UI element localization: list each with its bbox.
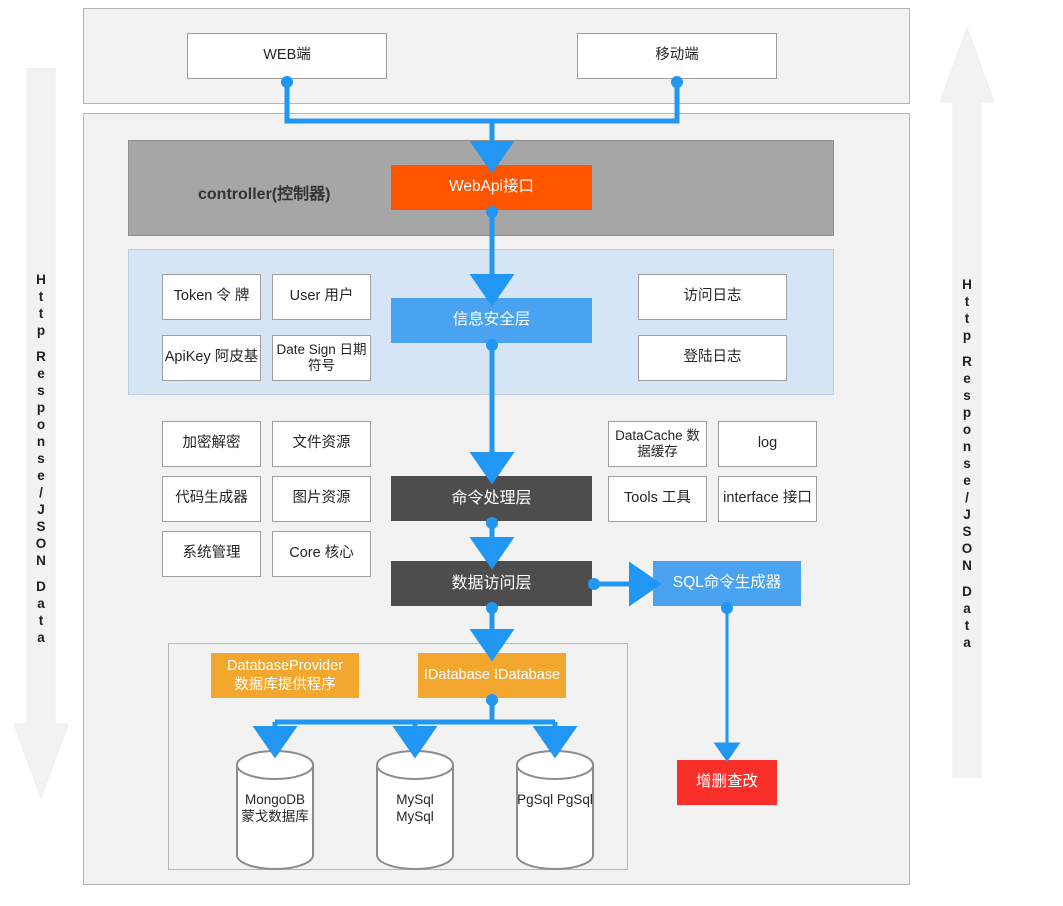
security-item-access-log[interactable]: 访问日志 [638,274,787,320]
core-item-datacache[interactable]: DataCache 数据缓存 [608,421,707,467]
database-mysql[interactable]: MySql MySql [376,750,454,870]
http-response-arrow-left: Http Re s p o n s e / J S O N Data [14,68,68,798]
command-processing-layer-label: 命令处理层 [451,489,532,507]
core-item-core[interactable]: Core 核心 [272,531,371,577]
http-response-arrow-right-label: Http Re s p o n s e / J S O N Data [961,277,973,650]
client-node-web-label: WEB端 [263,47,311,64]
core-item-code-generator-label: 代码生成器 [175,490,248,507]
core-item-tools-label: Tools 工具 [624,490,691,507]
database-provider-label: DatabaseProvider 数据库提供程序 [226,658,344,693]
sql-command-builder-label: SQL命令生成器 [672,574,782,592]
database-mysql-label: MySql MySql [396,792,434,824]
security-item-apikey[interactable]: ApiKey 阿皮基 [162,335,261,381]
command-processing-layer-node[interactable]: 命令处理层 [391,476,592,521]
security-item-apikey-label: ApiKey 阿皮基 [164,349,259,366]
diagram-canvas: Http Re s p o n s e / J S O N Data Http Re s p o n s e / J S… [0,0,1063,906]
security-item-login-log[interactable]: 登陆日志 [638,335,787,381]
client-node-web[interactable]: WEB端 [187,33,387,79]
core-item-file-resource[interactable]: 文件资源 [272,421,371,467]
webapi-entry-node[interactable]: WebApi接口 [391,165,592,210]
database-mongodb[interactable]: MongoDB 蒙戈数据库 [236,750,314,870]
sql-command-builder-node[interactable]: SQL命令生成器 [653,561,801,606]
controller-band-title: controller(控制器) [198,186,331,203]
http-response-arrow-right: Http Re s p o n s e / J S O N Data [940,28,994,778]
client-node-mobile[interactable]: 移动端 [577,33,777,79]
security-item-datesign[interactable]: Date Sign 日期符号 [272,335,371,381]
database-pgsql[interactable]: PgSql PgSql [516,750,594,870]
security-item-user-label: User 用户 [289,288,354,305]
database-provider-node[interactable]: DatabaseProvider 数据库提供程序 [211,653,359,698]
http-response-arrow-left-label: Http Re s p o n s e / J S O N Data [35,272,47,645]
core-item-tools[interactable]: Tools 工具 [608,476,707,522]
security-item-datesign-label: Date Sign 日期符号 [276,341,367,373]
data-access-layer-label: 数据访问层 [451,574,532,592]
database-pgsql-label: PgSql PgSql [517,792,593,807]
core-item-image-resource-label: 图片资源 [292,490,351,507]
core-item-encryption-label: 加密解密 [182,435,241,452]
crud-label: 增删查改 [695,773,758,791]
core-item-log[interactable]: log [718,421,817,467]
client-node-mobile-label: 移动端 [655,47,699,64]
core-item-code-generator[interactable]: 代码生成器 [162,476,261,522]
core-item-system-management-label: 系统管理 [182,545,241,562]
security-center-label: 信息安全层 [452,311,531,329]
security-item-token-label: Token 令 牌 [173,288,250,305]
security-item-access-log-label: 访问日志 [683,288,742,305]
crud-node[interactable]: 增删查改 [677,760,777,805]
security-item-login-log-label: 登陆日志 [683,349,742,366]
security-center-node[interactable]: 信息安全层 [391,298,592,343]
security-item-user[interactable]: User 用户 [272,274,371,320]
core-item-interface[interactable]: interface 接口 [718,476,817,522]
data-access-layer-node[interactable]: 数据访问层 [391,561,592,606]
core-item-core-label: Core 核心 [289,545,354,562]
core-item-encryption[interactable]: 加密解密 [162,421,261,467]
core-item-log-label: log [757,435,778,452]
webapi-entry-label: WebApi接口 [449,178,534,196]
core-item-system-management[interactable]: 系统管理 [162,531,261,577]
core-item-image-resource[interactable]: 图片资源 [272,476,371,522]
core-item-datacache-label: DataCache 数据缓存 [615,427,700,459]
core-item-interface-label: interface 接口 [723,490,812,507]
idatabase-node[interactable]: IDatabase IDatabase [418,653,566,698]
idatabase-label: IDatabase IDatabase [423,667,561,684]
core-item-file-resource-label: 文件资源 [292,435,351,452]
database-mongodb-label: MongoDB 蒙戈数据库 [241,792,309,824]
security-item-token[interactable]: Token 令 牌 [162,274,261,320]
